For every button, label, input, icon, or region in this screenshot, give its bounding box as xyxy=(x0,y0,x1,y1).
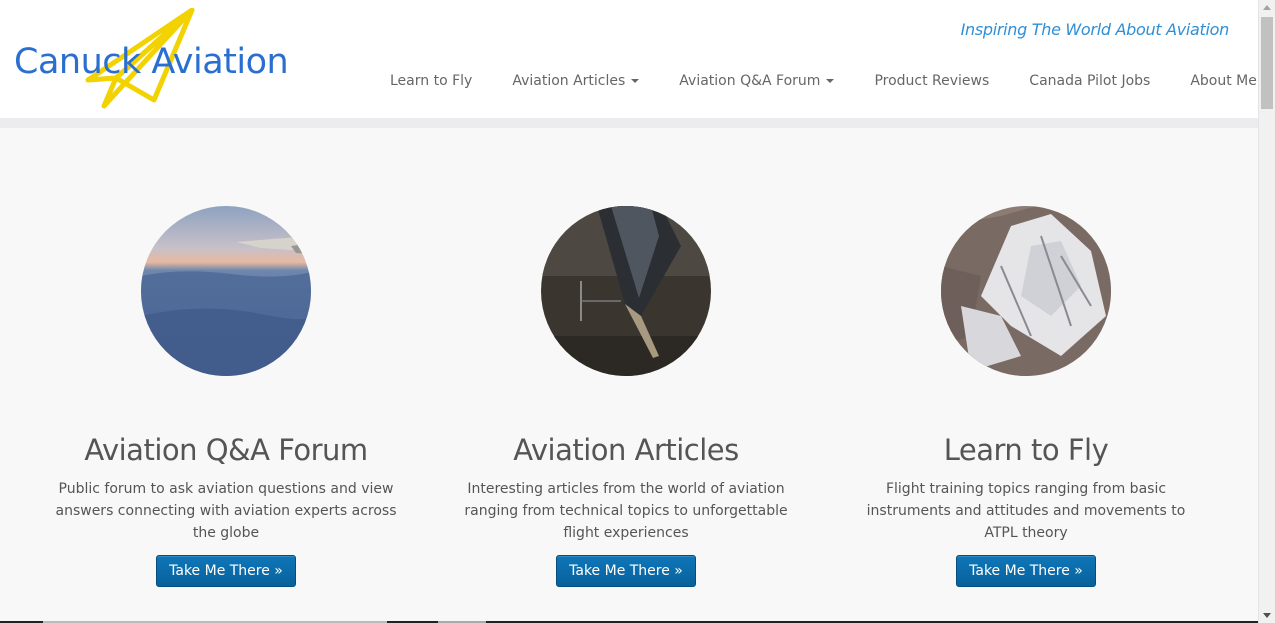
feature-image[interactable] xyxy=(141,206,311,376)
header-divider xyxy=(0,118,1258,128)
nav-item-label: Learn to Fly xyxy=(390,73,473,89)
caret-down-icon xyxy=(631,79,640,83)
nav-item-qa-forum[interactable]: Aviation Q&A Forum xyxy=(659,73,854,89)
nav-item-label: Canada Pilot Jobs xyxy=(1029,73,1151,89)
scrollbar-thumb[interactable] xyxy=(1261,17,1273,109)
site-logo[interactable]: Canuck Aviation xyxy=(14,8,289,112)
nav-item-learn-to-fly[interactable]: Learn to Fly xyxy=(370,73,492,89)
feature-description: Public forum to ask aviation questions a… xyxy=(55,481,397,541)
page: Canuck Aviation Inspiring The World Abou… xyxy=(0,0,1275,623)
scroll-down-arrow-icon[interactable] xyxy=(1263,613,1271,618)
feature-title: Learn to Fly xyxy=(943,433,1109,467)
logo-text: Canuck Aviation xyxy=(14,42,289,82)
feature-image[interactable] xyxy=(941,206,1111,376)
main-nav: Learn to Fly Aviation Articles Aviation … xyxy=(370,70,1275,92)
nav-item-label: Aviation Q&A Forum xyxy=(679,73,821,89)
take-me-there-button[interactable]: Take Me There » xyxy=(956,555,1096,587)
nav-item-label: Product Reviews xyxy=(874,73,990,89)
feature-aviation-articles: Aviation Articles Interesting articles f… xyxy=(426,206,826,587)
vertical-scrollbar[interactable] xyxy=(1258,0,1275,623)
feature-image[interactable] xyxy=(541,206,711,376)
feature-description: Flight training topics ranging from basi… xyxy=(866,481,1186,541)
caret-down-icon xyxy=(826,79,835,83)
nav-item-canada-pilot-jobs[interactable]: Canada Pilot Jobs xyxy=(1009,73,1170,89)
site-header: Canuck Aviation Inspiring The World Abou… xyxy=(0,0,1271,118)
scroll-up-arrow-icon[interactable] xyxy=(1263,5,1271,10)
take-me-there-button[interactable]: Take Me There » xyxy=(556,555,696,587)
snowy-mountain-image xyxy=(941,206,1111,376)
feature-learn-to-fly: Learn to Fly Flight training topics rang… xyxy=(826,206,1226,587)
nav-item-label: Aviation Articles xyxy=(512,73,626,89)
feature-qa-forum: Aviation Q&A Forum Public forum to ask a… xyxy=(26,206,426,587)
airplane-wing-clouds-image xyxy=(141,206,311,376)
take-me-there-button[interactable]: Take Me There » xyxy=(156,555,296,587)
nav-item-label: About Me xyxy=(1190,73,1257,89)
site-tagline: Inspiring The World About Aviation xyxy=(960,20,1230,39)
nav-item-aviation-articles[interactable]: Aviation Articles xyxy=(492,73,659,89)
feature-title: Aviation Articles xyxy=(513,433,739,467)
nav-item-product-reviews[interactable]: Product Reviews xyxy=(854,73,1009,89)
feature-description: Interesting articles from the world of a… xyxy=(464,481,788,541)
jet-nose-hangar-image xyxy=(541,206,711,376)
feature-title: Aviation Q&A Forum xyxy=(84,433,368,467)
